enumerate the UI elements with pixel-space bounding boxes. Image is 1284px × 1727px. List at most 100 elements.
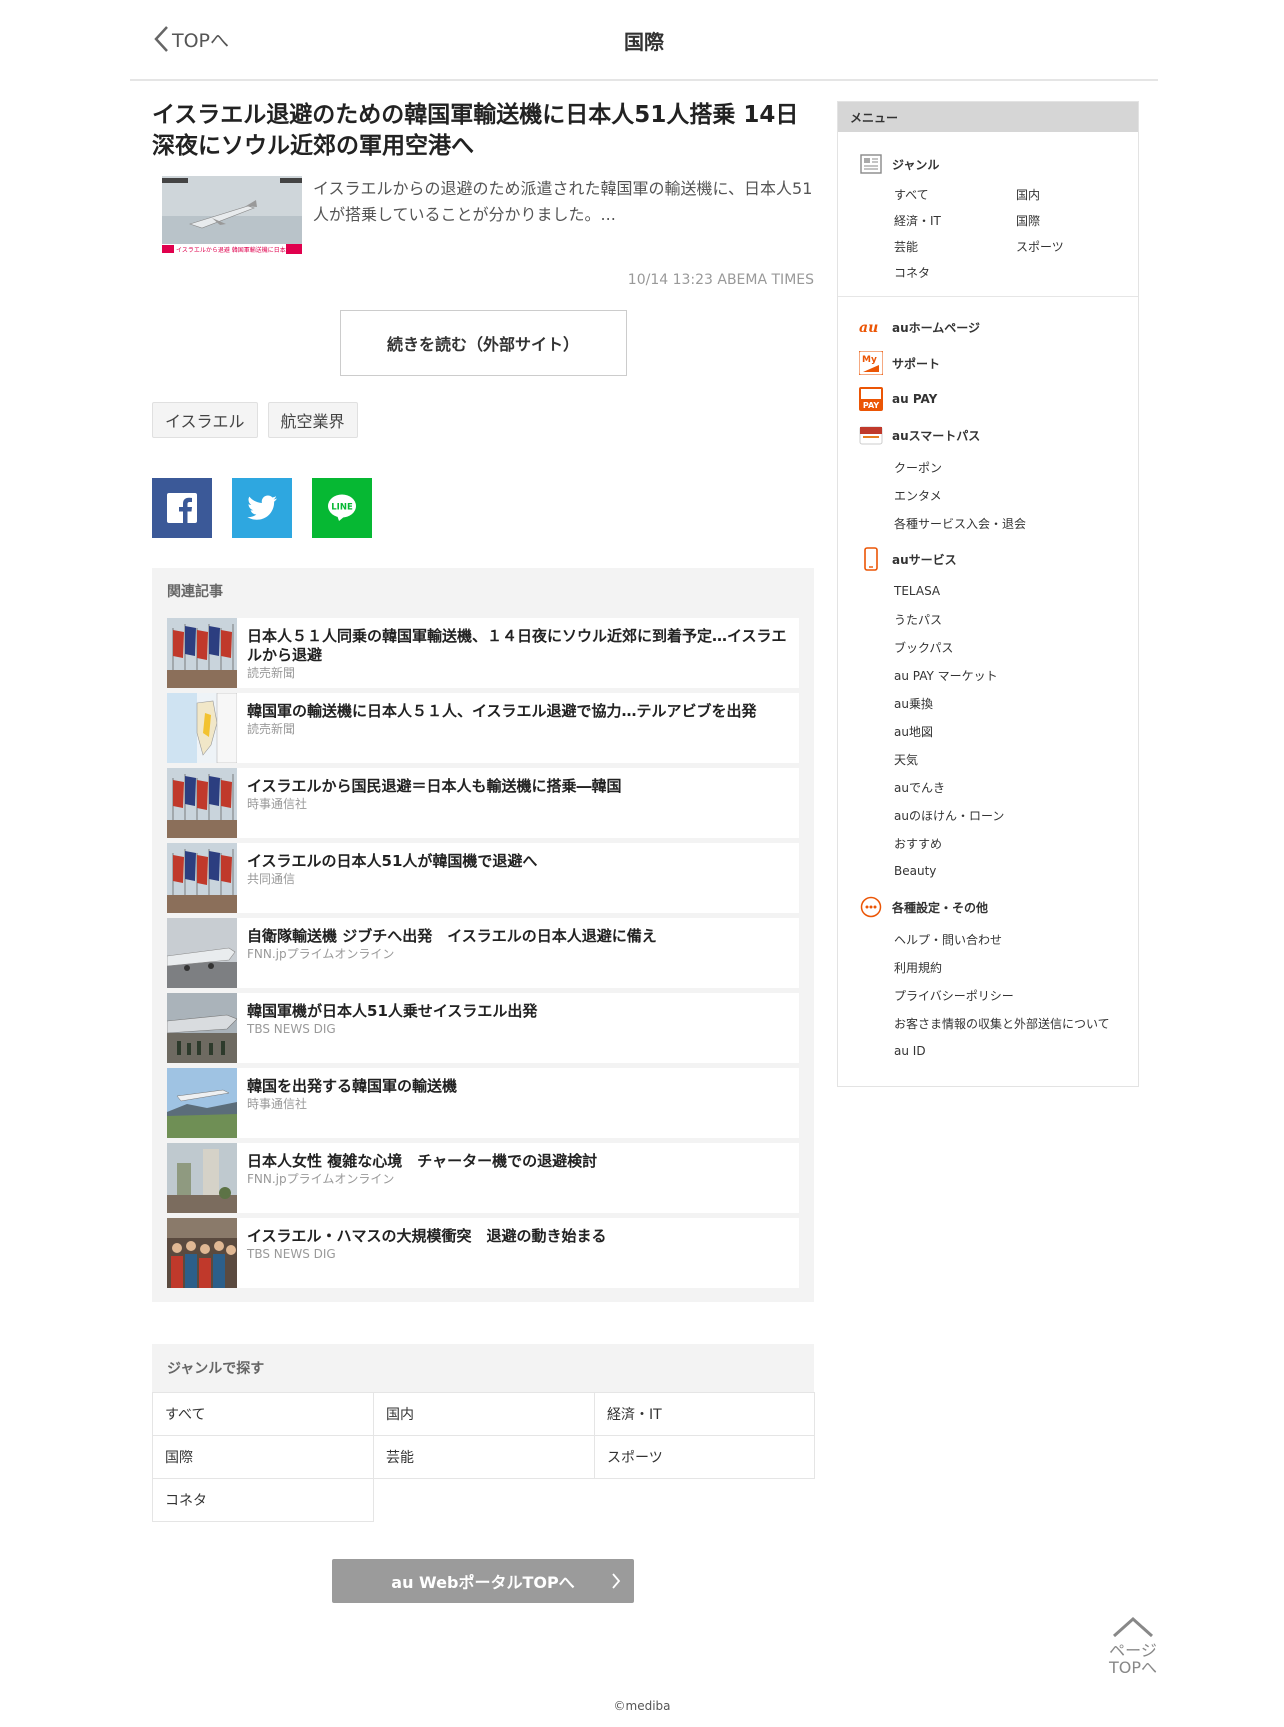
sidebar-genre-item[interactable]: 芸能 <box>894 238 1016 256</box>
line-icon-text: LINE <box>331 503 353 513</box>
page-top-button[interactable]: ページ TOPへ <box>1104 1615 1162 1676</box>
related-thumbnail <box>167 843 237 913</box>
page-header: TOPへ 国際 <box>130 0 1158 81</box>
related-title: 日本人女性 複雑な心境 チャーター機での退避検討 <box>247 1152 598 1170</box>
twitter-share-button[interactable] <box>232 478 292 538</box>
related-item[interactable]: 日本人５１人同乗の韓国軍輸送機、１４日夜にソウル近郊に到着予定…イスラエルから退… <box>167 618 799 688</box>
genre-link-economy[interactable]: 経済・IT <box>594 1392 815 1436</box>
sidebar-genre-item[interactable]: 国際 <box>1016 212 1138 230</box>
tag-item[interactable]: 航空業界 <box>267 402 358 438</box>
read-more-button[interactable]: 続きを読む（外部サイト） <box>339 310 627 376</box>
related-body: 韓国を出発する韓国軍の輸送機 時事通信社 <box>237 1068 467 1138</box>
related-item[interactable]: イスラエル・ハマスの大規模衝突 退避の動き始まる TBS NEWS DIG <box>167 1218 799 1288</box>
sidebar-genre-item[interactable]: スポーツ <box>1016 238 1138 256</box>
related-item[interactable]: イスラエルの日本人51人が韓国機で退避へ 共同通信 <box>167 843 799 913</box>
settings-item[interactable]: au ID <box>894 1037 1138 1065</box>
au-pay-icon-text: PAY <box>863 401 880 410</box>
sidebar-genre-item[interactable]: コネタ <box>894 264 1016 282</box>
au-pay-link[interactable]: PAY au PAY <box>858 381 1138 417</box>
service-item[interactable]: Beauty <box>894 857 1138 885</box>
genre-search-label: ジャンルで探す <box>152 1344 814 1392</box>
related-item[interactable]: 韓国を出発する韓国軍の輸送機 時事通信社 <box>167 1068 799 1138</box>
genre-link-domestic[interactable]: 国内 <box>373 1392 595 1436</box>
article-summary: イスラエルから退避 韓国軍輸送機に日本人51人搭乗 イスラエルからの退避のため派… <box>152 176 814 258</box>
related-thumbnail <box>167 618 237 688</box>
related-source: FNN.jpプライムオンライン <box>247 947 395 961</box>
au-logo-icon: au <box>858 315 884 339</box>
related-body: イスラエルの日本人51人が韓国機で退避へ 共同通信 <box>237 843 547 913</box>
related-source: TBS NEWS DIG <box>247 1247 336 1261</box>
related-title: 韓国軍の輸送機に日本人５１人、イスラエル退避で協力…テルアビブを出発 <box>247 702 757 720</box>
related-item[interactable]: 自衛隊輸送機 ジブチへ出発 イスラエルの日本人退避に備え FNN.jpプライムオン… <box>166 918 799 988</box>
smartpass-subitem[interactable]: クーポン <box>894 453 1138 481</box>
article-thumbnail[interactable]: イスラエルから退避 韓国軍輸送機に日本人51人搭乗 <box>162 176 302 254</box>
article-meta: 10/14 13:23 ABEMA TIMES <box>627 272 814 288</box>
main-column: イスラエル退避のための韓国軍輸送機に日本人51人搭乗 14日深夜にソウル近郊の軍… <box>152 100 815 1603</box>
related-body: イスラエル・ハマスの大規模衝突 退避の動き始まる TBS NEWS DIG <box>237 1218 617 1288</box>
article-summary-text: イスラエルからの退避のため派遣された韓国軍の輸送機に、日本人51人が搭乗している… <box>313 179 813 224</box>
service-item[interactable]: au乗換 <box>894 689 1138 717</box>
related-articles: 関連記事 日本人５１人同乗の韓国軍輸送機、１４日夜にソウル近郊に到着予定…イスラ… <box>152 568 814 1302</box>
smartpass-icon <box>858 423 884 447</box>
page-top-line1: ページ <box>1109 1641 1157 1660</box>
service-item[interactable]: au PAY マーケット <box>894 661 1138 689</box>
smartpass-link[interactable]: auスマートパス <box>858 417 1138 453</box>
related-item[interactable]: 日本人女性 複雑な心境 チャーター機での退避検討 FNN.jpプライムオンライン <box>167 1143 799 1213</box>
smartpass-subitem[interactable]: 各種サービス入会・退会 <box>894 509 1138 537</box>
sidebar-genre-item[interactable]: すべて <box>894 186 1016 204</box>
service-item[interactable]: おすすめ <box>894 829 1138 857</box>
sidebar-genre-item[interactable]: 国内 <box>1016 186 1138 204</box>
related-title: イスラエルから国民退避＝日本人も輸送機に搭乗―韓国 <box>247 777 622 795</box>
genre-grid: すべて 国内 経済・IT 国際 芸能 スポーツ コネタ <box>152 1392 815 1522</box>
related-item[interactable]: イスラエルから国民退避＝日本人も輸送機に搭乗―韓国時事通信社 <box>167 768 799 838</box>
related-item[interactable]: 韓国軍の輸送機に日本人５１人、イスラエル退避で協力…テルアビブを出発読売新聞 <box>167 692 799 764</box>
related-source: 読売新聞 <box>247 722 296 736</box>
related-thumbnail <box>166 918 237 988</box>
settings-item[interactable]: ヘルプ・問い合わせ <box>894 925 1138 953</box>
support-link[interactable]: My サポート <box>858 345 1138 381</box>
related-source: 読売新聞 <box>247 666 296 680</box>
related-body: 韓国軍機が日本人51人乗せイスラエル出発 TBS NEWS DIG <box>237 993 547 1063</box>
related-body: 韓国軍の輸送機に日本人５１人、イスラエル退避で協力…テルアビブを出発読売新聞 <box>237 693 767 763</box>
genre-link-koneta[interactable]: コネタ <box>152 1478 374 1522</box>
footer-copyright: ©mediba <box>613 1699 671 1713</box>
service-item[interactable]: au地図 <box>894 717 1138 745</box>
related-thumbnail <box>167 1143 237 1213</box>
au-services-label: auサービス <box>892 552 957 567</box>
portal-top-button[interactable]: au WebポータルTOPへ <box>332 1559 634 1603</box>
support-label: サポート <box>892 356 941 371</box>
related-thumbnail <box>167 768 237 838</box>
service-item[interactable]: 天気 <box>894 745 1138 773</box>
service-item[interactable]: auでんき <box>894 773 1138 801</box>
service-item[interactable]: ブックパス <box>894 633 1138 661</box>
page-title: 国際 <box>624 30 664 54</box>
related-title: 韓国軍機が日本人51人乗せイスラエル出発 <box>247 1002 538 1020</box>
line-share-button[interactable]: LINE <box>312 478 372 538</box>
service-item[interactable]: auのほけん・ローン <box>894 801 1138 829</box>
related-title: 日本人５１人同乗の韓国軍輸送機、１４日夜にソウル近郊に到着予定…イスラエルから退… <box>247 627 787 664</box>
genre-link-all[interactable]: すべて <box>152 1392 374 1436</box>
tag-item[interactable]: イスラエル <box>152 402 258 438</box>
au-home-link[interactable]: au auホームページ <box>858 309 1138 345</box>
smartpass-sublist: クーポン エンタメ 各種サービス入会・退会 <box>894 453 1138 537</box>
genre-link-entertainment[interactable]: 芸能 <box>373 1435 595 1479</box>
smartpass-subitem[interactable]: エンタメ <box>894 481 1138 509</box>
settings-item[interactable]: お客さま情報の収集と外部送信について <box>894 1009 1138 1037</box>
related-body: 日本人５１人同乗の韓国軍輸送機、１４日夜にソウル近郊に到着予定…イスラエルから退… <box>237 618 799 688</box>
chevron-right-icon <box>612 1573 621 1589</box>
settings-title: 各種設定・その他 <box>858 889 1138 925</box>
service-item[interactable]: TELASA <box>894 577 1138 605</box>
genre-link-international[interactable]: 国際 <box>152 1435 374 1479</box>
related-thumbnail <box>167 1068 237 1138</box>
genre-link-sports[interactable]: スポーツ <box>594 1435 815 1479</box>
related-source: 時事通信社 <box>247 797 308 811</box>
facebook-icon <box>167 493 197 523</box>
service-item[interactable]: うたパス <box>894 605 1138 633</box>
related-item[interactable]: 韓国軍機が日本人51人乗せイスラエル出発 TBS NEWS DIG <box>166 993 799 1063</box>
facebook-share-button[interactable] <box>152 478 212 538</box>
sidebar-genre-item[interactable]: 経済・IT <box>894 212 1016 230</box>
portal-top-label: au WebポータルTOPへ <box>391 1573 575 1592</box>
settings-item[interactable]: 利用規約 <box>894 953 1138 981</box>
settings-item[interactable]: プライバシーポリシー <box>894 981 1138 1009</box>
related-source: FNN.jpプライムオンライン <box>247 1172 395 1186</box>
